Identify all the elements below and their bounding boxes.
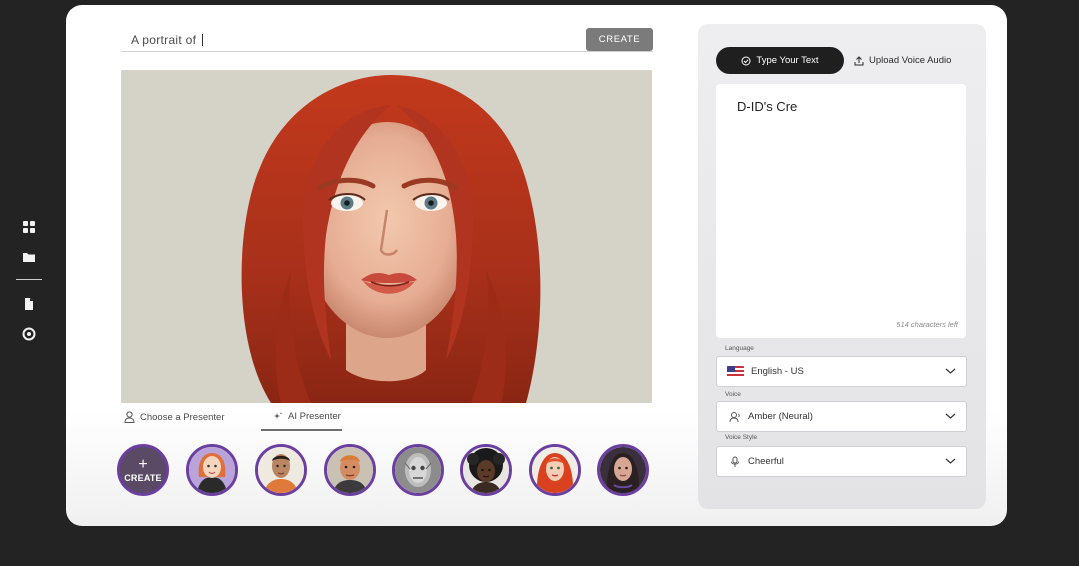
- presenter-avatar[interactable]: [460, 444, 512, 496]
- chevron-down-icon: [945, 413, 956, 419]
- text-caret: [202, 33, 204, 46]
- presenter-tabs: Choose a Presenter AI Presenter: [124, 409, 374, 431]
- tab-type-text-label: Type Your Text: [756, 55, 819, 66]
- prompt-bar[interactable]: A portrait of CREATE: [121, 28, 653, 52]
- active-tab-indicator: [261, 429, 342, 431]
- chat-icon: [741, 56, 751, 65]
- language-label: Language: [725, 345, 754, 352]
- sparkle-icon: [274, 412, 283, 419]
- microphone-icon: [731, 456, 739, 467]
- presenter-portrait: [121, 70, 652, 403]
- voice-select[interactable]: Amber (Neural): [716, 401, 967, 432]
- tab-choose-presenter[interactable]: Choose a Presenter: [124, 411, 225, 423]
- script-textarea[interactable]: D-ID's Cre 514 characters left: [716, 84, 966, 338]
- character-counter: 514 characters left: [896, 320, 958, 329]
- tab-choose-presenter-label: Choose a Presenter: [140, 411, 225, 423]
- language-select[interactable]: English - US: [716, 356, 967, 387]
- presenter-avatar[interactable]: [186, 444, 238, 496]
- tab-upload-audio[interactable]: Upload Voice Audio: [854, 47, 951, 74]
- presenter-avatar[interactable]: [529, 444, 581, 496]
- plus-icon: +: [138, 456, 148, 473]
- upload-icon: [854, 55, 864, 65]
- tab-upload-audio-label: Upload Voice Audio: [869, 55, 952, 66]
- folder-icon[interactable]: [22, 250, 36, 264]
- create-image-button[interactable]: CREATE: [586, 28, 653, 51]
- voice-person-icon: [729, 411, 740, 422]
- presenter-avatar[interactable]: [324, 444, 376, 496]
- us-flag-icon: [727, 365, 744, 378]
- create-presenter-label: CREATE: [124, 473, 162, 483]
- prompt-input[interactable]: A portrait of: [121, 33, 196, 47]
- voice-label: Voice: [725, 391, 741, 398]
- lifebuoy-icon[interactable]: [22, 327, 36, 341]
- tab-ai-presenter[interactable]: AI Presenter: [274, 411, 341, 422]
- voice-value: Amber (Neural): [748, 411, 813, 422]
- chevron-down-icon: [945, 368, 956, 374]
- tab-ai-presenter-label: AI Presenter: [288, 411, 341, 422]
- presenter-avatar[interactable]: [597, 444, 649, 496]
- script-text[interactable]: D-ID's Cre: [737, 99, 797, 114]
- voice-style-select[interactable]: Cheerful: [716, 446, 967, 477]
- voice-style-value: Cheerful: [748, 456, 784, 467]
- tab-type-text[interactable]: Type Your Text: [716, 47, 844, 74]
- studio-card: A portrait of CREATE Choose a Presenter …: [66, 5, 1007, 526]
- document-icon[interactable]: [22, 297, 36, 311]
- chevron-down-icon: [945, 458, 956, 464]
- presenter-avatar[interactable]: [255, 444, 307, 496]
- script-panel: Type Your Text Upload Voice Audio D-ID's…: [698, 24, 986, 509]
- rail-divider: [16, 279, 42, 280]
- voice-style-label: Voice Style: [725, 434, 758, 441]
- person-icon: [124, 411, 135, 423]
- grid-icon[interactable]: [22, 220, 36, 234]
- create-presenter-button[interactable]: + CREATE: [117, 444, 169, 496]
- language-value: English - US: [751, 366, 804, 377]
- presenter-avatar[interactable]: [392, 444, 444, 496]
